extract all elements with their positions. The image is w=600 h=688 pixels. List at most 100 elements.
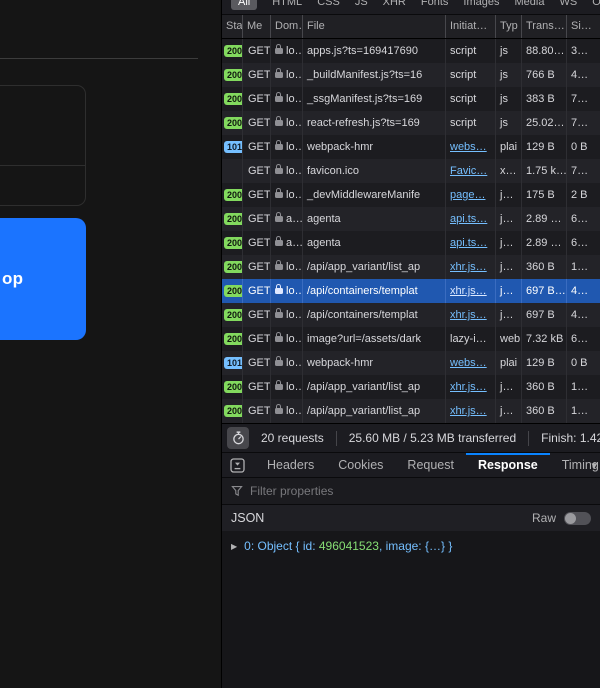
initiator-link[interactable]: xhr.js… — [450, 261, 487, 273]
transferred-cell: 697 B… — [522, 279, 567, 303]
initiator-text: lazy-i… — [450, 333, 487, 345]
request-row[interactable]: 200GETlo…/api/app_variant/list_apxhr.js…… — [222, 375, 600, 399]
filter-tab-css[interactable]: CSS — [317, 0, 340, 8]
domain-cell: lo… — [271, 351, 303, 375]
initiator-cell: script — [446, 63, 496, 87]
create-app-button[interactable]: op — [0, 218, 86, 340]
domain-cell: lo… — [271, 327, 303, 351]
chevron-down-icon[interactable]: ▾ — [591, 453, 597, 477]
request-row[interactable]: 200GETlo…_devMiddlewareManifepage…j…175 … — [222, 183, 600, 207]
status-badge: 200 — [224, 45, 243, 57]
request-row[interactable]: 200GETa…agentaapi.ts…j…2.89 …6… — [222, 207, 600, 231]
raw-toggle-group: Raw — [532, 511, 591, 525]
filter-tab-html[interactable]: HTML — [272, 0, 302, 8]
json-root-node[interactable]: ▶ 0: Object { id: 496041523, image: {…} … — [222, 531, 600, 553]
domain-text: lo… — [286, 189, 303, 201]
transferred-cell: 7.32 kB — [522, 327, 567, 351]
request-row[interactable]: 200GETlo…image?url=/assets/darklazy-i…we… — [222, 327, 600, 351]
initiator-link[interactable]: xhr.js… — [450, 381, 487, 393]
type-cell: j… — [496, 399, 522, 423]
lock-icon — [275, 384, 283, 390]
create-app-button-label: op — [0, 269, 23, 289]
method-cell: GET — [243, 351, 271, 375]
type-cell: j… — [496, 279, 522, 303]
size-cell: 4… — [567, 279, 600, 303]
initiator-link[interactable]: webs… — [450, 141, 487, 153]
column-header[interactable]: Si… — [567, 15, 600, 38]
status-cell: 200 — [222, 375, 243, 399]
status-cell: 200 — [222, 63, 243, 87]
transferred-cell: 360 B — [522, 399, 567, 423]
json-node-number: 496041523 — [319, 539, 379, 553]
request-row[interactable]: 101GETlo…webpack-hmrwebs…plai129 B0 B — [222, 135, 600, 159]
method-cell: GET — [243, 183, 271, 207]
tab-request[interactable]: Request — [395, 453, 466, 477]
transferred-cell: 1.75 k… — [522, 159, 567, 183]
column-header[interactable]: Sta — [222, 15, 243, 38]
filter-tab-xhr[interactable]: XHR — [383, 0, 406, 8]
initiator-cell: webs… — [446, 135, 496, 159]
domain-text: lo… — [286, 117, 303, 129]
initiator-link[interactable]: xhr.js… — [450, 405, 487, 417]
network-action-bar-icon[interactable] — [230, 453, 245, 477]
type-cell: js — [496, 39, 522, 63]
request-row[interactable]: 200GETlo…/api/containers/templatxhr.js…j… — [222, 303, 600, 327]
column-header[interactable]: Me — [243, 15, 271, 38]
filter-tab-all[interactable]: All — [231, 0, 257, 10]
request-row[interactable]: 200GETlo…_buildManifest.js?ts=16scriptjs… — [222, 63, 600, 87]
filter-tab-media[interactable]: Media — [514, 0, 544, 8]
status-badge: 200 — [224, 405, 243, 417]
domain-text: lo… — [286, 93, 303, 105]
status-badge: 200 — [224, 117, 243, 129]
transferred-cell: 697 B — [522, 303, 567, 327]
column-header[interactable]: Initiat… — [446, 15, 496, 38]
request-row[interactable]: 200GETa…agentaapi.ts…j…2.89 …6… — [222, 231, 600, 255]
tab-headers[interactable]: Headers — [255, 453, 326, 477]
method-cell: GET — [243, 327, 271, 351]
domain-text: lo… — [286, 165, 303, 177]
column-header[interactable]: Typ — [496, 15, 522, 38]
initiator-link[interactable]: xhr.js… — [450, 285, 487, 297]
initiator-cell: Favic… — [446, 159, 496, 183]
expand-arrow-icon[interactable]: ▶ — [231, 542, 237, 551]
column-header[interactable]: File — [303, 15, 446, 38]
transferred-cell: 175 B — [522, 183, 567, 207]
request-row[interactable]: 200GETlo…/api/app_variant/list_apxhr.js…… — [222, 399, 600, 423]
request-row[interactable]: 200GETlo…react-refresh.js?ts=169scriptjs… — [222, 111, 600, 135]
request-row[interactable]: 200GETlo…/api/app_variant/list_apxhr.js…… — [222, 255, 600, 279]
column-header[interactable]: Trans… — [522, 15, 567, 38]
tab-cookies[interactable]: Cookies — [326, 453, 395, 477]
filter-tab-fonts[interactable]: Fonts — [421, 0, 449, 8]
initiator-link[interactable]: api.ts… — [450, 213, 487, 225]
initiator-link[interactable]: page… — [450, 189, 485, 201]
initiator-cell: xhr.js… — [446, 255, 496, 279]
initiator-link[interactable]: Favic… — [450, 165, 487, 177]
filter-tab-js[interactable]: JS — [355, 0, 368, 8]
request-row[interactable]: 200GETlo…_ssgManifest.js?ts=169scriptjs3… — [222, 87, 600, 111]
throttling-button[interactable] — [227, 427, 249, 449]
request-row[interactable]: GETlo…favicon.icoFavic…x…1.75 k…7… — [222, 159, 600, 183]
tab-response[interactable]: Response — [466, 453, 550, 477]
request-row[interactable]: 200GETlo…/api/containers/templatxhr.js…j… — [222, 279, 600, 303]
filter-tab-images[interactable]: Images — [463, 0, 499, 8]
initiator-cell: script — [446, 39, 496, 63]
filter-tab-ws[interactable]: WS — [559, 0, 577, 8]
column-header[interactable]: Dom… — [271, 15, 303, 38]
method-cell: GET — [243, 279, 271, 303]
type-cell: j… — [496, 303, 522, 327]
method-cell: GET — [243, 255, 271, 279]
method-cell: GET — [243, 135, 271, 159]
initiator-link[interactable]: webs… — [450, 357, 487, 369]
initiator-link[interactable]: api.ts… — [450, 237, 487, 249]
request-row[interactable]: 200GETlo…apps.js?ts=169417690scriptjs88.… — [222, 39, 600, 63]
filter-tab-other[interactable]: Other — [592, 0, 600, 8]
domain-text: lo… — [286, 141, 303, 153]
file-cell: agenta — [303, 231, 446, 255]
method-cell: GET — [243, 231, 271, 255]
initiator-link[interactable]: xhr.js… — [450, 309, 487, 321]
status-cell: 101 — [222, 351, 243, 375]
raw-toggle[interactable] — [564, 512, 591, 525]
filter-properties-input[interactable]: Filter properties — [250, 484, 333, 498]
request-row[interactable]: 101GETlo…webpack-hmrwebs…plai129 B0 B — [222, 351, 600, 375]
app-card — [0, 85, 86, 206]
